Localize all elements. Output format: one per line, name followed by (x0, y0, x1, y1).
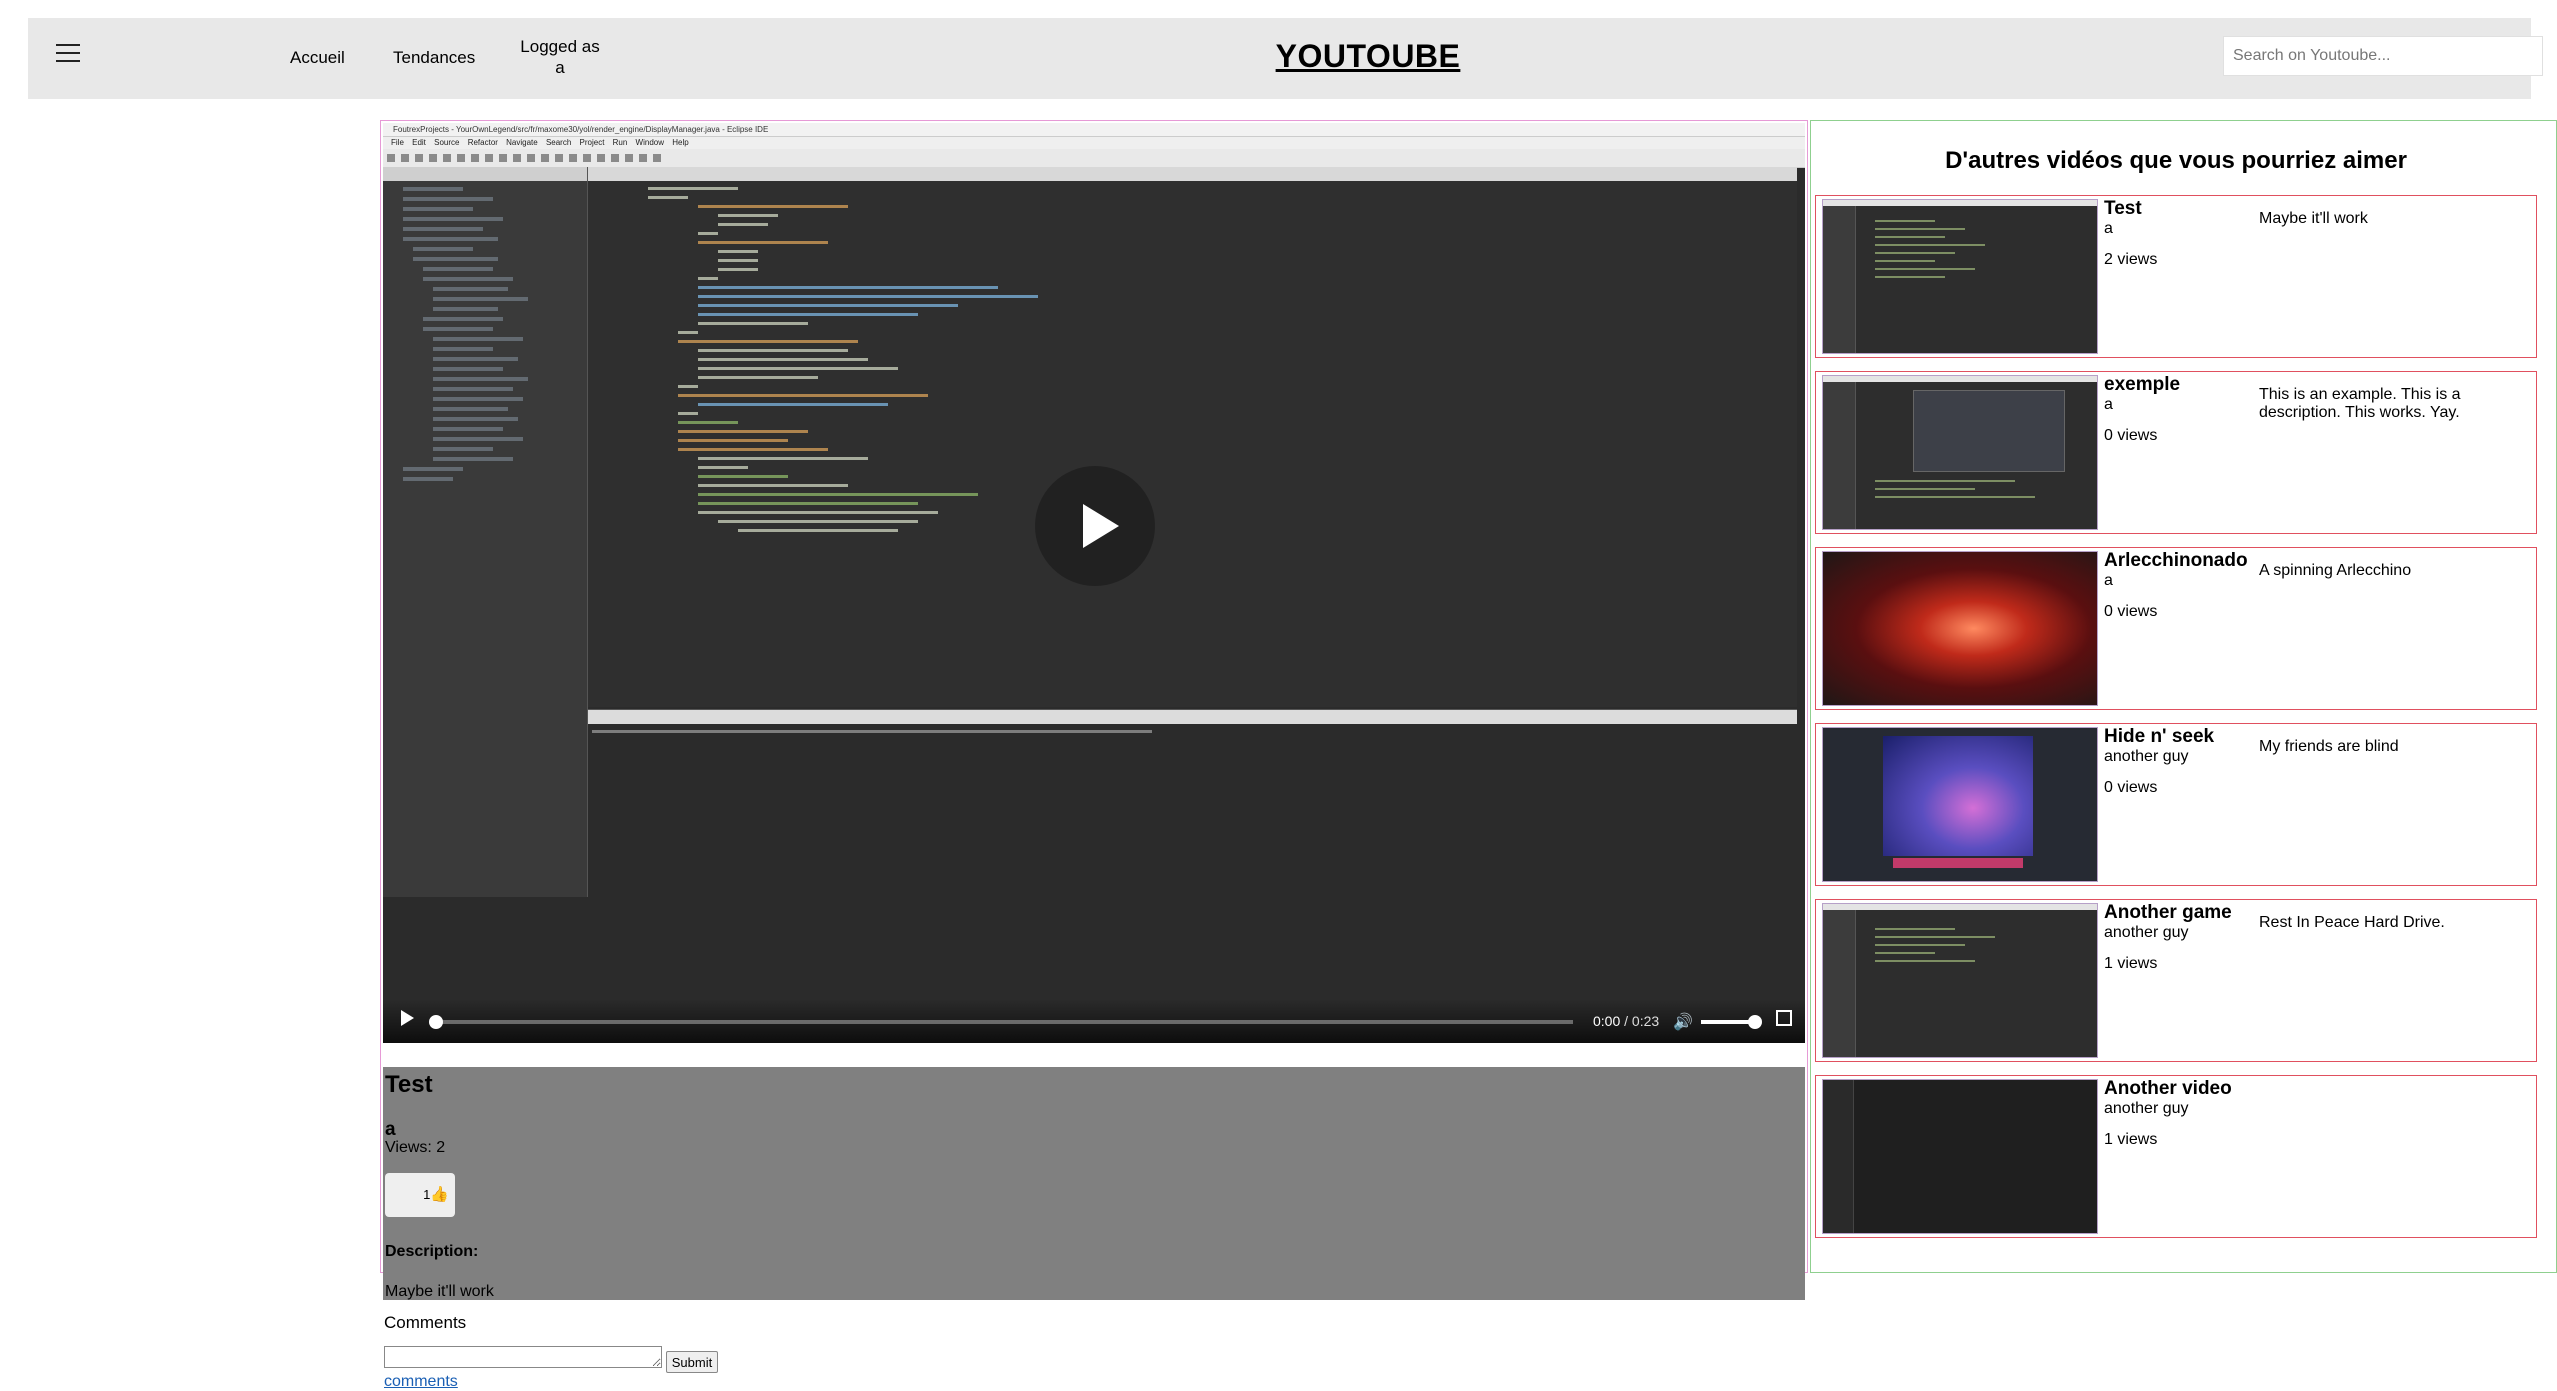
video-thumbnail[interactable] (1822, 199, 2098, 354)
card-views: 0 views (2104, 427, 2158, 444)
like-button[interactable]: 1👍 (385, 1173, 455, 1217)
card-author: another guy (2104, 924, 2189, 941)
sidebar-title: D'autres vidéos que vous pourriez aimer (1945, 147, 2407, 174)
submit-comment-button[interactable]: Submit (666, 1351, 718, 1373)
card-author: another guy (2104, 748, 2189, 765)
hamburger-menu-icon[interactable] (56, 44, 80, 66)
thumbs-up-icon: 👍 (430, 1186, 449, 1203)
card-title[interactable]: Arlecchinonado (2104, 550, 2248, 572)
recommended-video-card[interactable]: Test a 2 views Maybe it'll work (1815, 195, 2537, 358)
video-frame-toolbar (383, 149, 1805, 168)
video-player[interactable]: FoutrexProjects - YourOwnLegend/src/fr/m… (383, 123, 1805, 1043)
card-author: a (2104, 396, 2113, 413)
current-time: 0:00 (1593, 1013, 1621, 1029)
player-controls: 0:00 / 0:23 🔊 (383, 999, 1805, 1043)
card-views: 0 views (2104, 603, 2158, 620)
duration: 0:23 (1631, 1013, 1660, 1029)
recommended-video-card[interactable]: Arlecchinonado a 0 views A spinning Arle… (1815, 547, 2537, 710)
nav-link-accueil[interactable]: Accueil (290, 48, 345, 68)
card-description: My friends are blind (2259, 738, 2399, 755)
comments-link[interactable]: comments (384, 1373, 458, 1391)
card-description: Rest In Peace Hard Drive. (2259, 914, 2445, 931)
card-description: Maybe it'll work (2259, 210, 2368, 227)
video-frame-project-explorer (383, 167, 588, 897)
video-thumbnail[interactable] (1822, 1079, 2098, 1234)
recommended-sidebar: D'autres vidéos que vous pourriez aimer … (1810, 120, 2557, 1273)
nav-link-tendances[interactable]: Tendances (393, 48, 475, 68)
video-author[interactable]: a (385, 1119, 396, 1141)
card-views: 1 views (2104, 1131, 2158, 1148)
comments-heading: Comments (384, 1313, 467, 1332)
card-title[interactable]: Hide n' seek (2104, 726, 2214, 748)
play-overlay-icon[interactable] (1035, 466, 1155, 586)
video-thumbnail[interactable] (1822, 903, 2098, 1058)
card-views: 1 views (2104, 955, 2158, 972)
video-title: Test (385, 1071, 433, 1098)
video-frame-code-editor (588, 167, 1797, 707)
card-title[interactable]: exemple (2104, 374, 2180, 396)
comment-input[interactable] (384, 1346, 662, 1368)
nav-logged-as[interactable]: Logged as a (520, 36, 600, 78)
card-title[interactable]: Another game (2104, 902, 2232, 924)
play-icon[interactable] (401, 1010, 414, 1026)
video-thumbnail[interactable] (1822, 551, 2098, 706)
card-title[interactable]: Another video (2104, 1078, 2232, 1100)
time-display: 0:00 / 0:23 (1593, 1013, 1660, 1029)
volume-knob[interactable] (1748, 1015, 1762, 1029)
search-input[interactable] (2223, 36, 2543, 76)
video-thumbnail[interactable] (1822, 375, 2098, 530)
card-author: a (2104, 572, 2113, 589)
description-text: Maybe it'll work (385, 1283, 494, 1300)
progress-knob[interactable] (429, 1015, 443, 1029)
video-views: Views: 2 (385, 1139, 446, 1156)
fullscreen-icon[interactable] (1776, 1010, 1792, 1026)
description-label: Description: (385, 1243, 479, 1260)
video-frame-window-title: FoutrexProjects - YourOwnLegend/src/fr/m… (383, 123, 1805, 137)
card-title[interactable]: Test (2104, 198, 2142, 220)
card-author: a (2104, 220, 2113, 237)
recommended-video-card[interactable]: exemple a 0 views This is an example. Th… (1815, 371, 2537, 534)
volume-slider[interactable] (1701, 1015, 1762, 1029)
site-logo[interactable]: YOUTOUBE (1248, 38, 1488, 75)
recommended-video-card[interactable]: Another game another guy 1 views Rest In… (1815, 899, 2537, 1062)
video-info-panel: Test a Views: 2 1👍 Description: Maybe it… (383, 1067, 1805, 1300)
volume-icon[interactable]: 🔊 (1673, 1012, 1693, 1032)
progress-bar[interactable] (429, 1015, 1573, 1029)
card-author: another guy (2104, 1100, 2189, 1117)
video-frame-console (588, 709, 1797, 898)
card-views: 2 views (2104, 251, 2158, 268)
card-description: This is an example. This is a descriptio… (2259, 386, 2461, 421)
video-frame-window-menu: File Edit Source Refactor Navigate Searc… (383, 137, 1805, 149)
card-description: A spinning Arlecchino (2259, 562, 2412, 579)
recommended-video-card[interactable]: Another video another guy 1 views (1815, 1075, 2537, 1238)
recommended-video-card[interactable]: Hide n' seek another guy 0 views My frie… (1815, 723, 2537, 886)
card-views: 0 views (2104, 779, 2158, 796)
top-navbar: Accueil Tendances Logged as a YOUTOUBE (28, 18, 2543, 99)
main-video-column: FoutrexProjects - YourOwnLegend/src/fr/m… (380, 120, 1808, 1390)
video-thumbnail[interactable] (1822, 727, 2098, 882)
